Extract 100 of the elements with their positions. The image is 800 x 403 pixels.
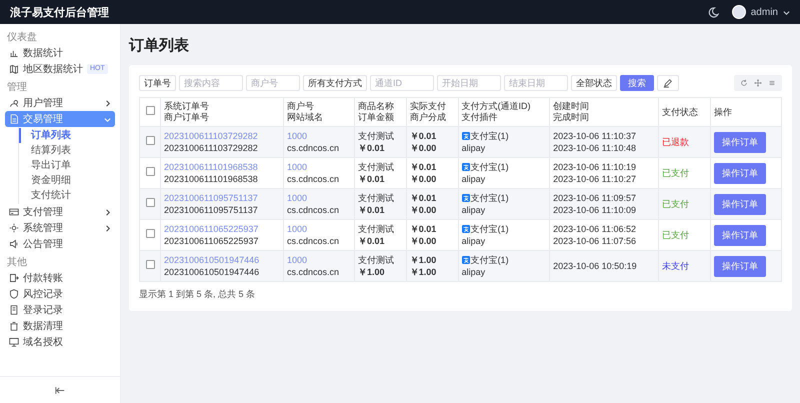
- table-cell-text: ￥1.00: [358, 266, 386, 278]
- table-cell-text: 2023-10-06 11:06:52: [553, 223, 637, 235]
- move-icon[interactable]: [754, 79, 762, 87]
- table-cell-text: alipay: [462, 266, 486, 278]
- edit-button[interactable]: [657, 75, 679, 91]
- table-cell-text: cs.cdncos.cn: [286, 142, 340, 154]
- input-field[interactable]: 通道ID: [370, 75, 434, 91]
- table-cell-text: 2023-10-06 11:10:19: [553, 161, 637, 173]
- table-cell-text: ￥0.01: [358, 204, 386, 216]
- table-cell-text: alipay: [462, 142, 486, 154]
- table-cell-text: 2023100611101968538: [164, 173, 259, 185]
- table-cell-text: ￥0.01: [410, 223, 438, 235]
- edit-icon: [663, 78, 673, 88]
- order-action-button[interactable]: 操作订单: [714, 256, 766, 276]
- table-cell-text: alipay: [462, 235, 486, 247]
- table-cell-text: 2023100610501947446: [164, 266, 260, 278]
- table-cell-text: ￥0.01: [358, 142, 386, 154]
- sidebar-item[interactable]: 公告管理: [5, 236, 115, 252]
- app-title: 浪子易支付后台管理: [10, 6, 109, 20]
- table-cell-text: alipay: [462, 173, 486, 185]
- table-cell-text: ￥1.00: [410, 266, 438, 278]
- table-cell-text: cs.cdncos.cn: [286, 173, 340, 185]
- table-cell-text: ￥0.00: [410, 235, 438, 247]
- table-cell-text: ￥0.01: [410, 192, 438, 204]
- status-label: 未支付: [662, 261, 690, 271]
- table-cell-text: 2023-10-06 11:10:48: [553, 142, 637, 154]
- table-cell: 支付宝(1): [470, 130, 509, 142]
- menu-icon: [9, 48, 19, 58]
- column-header: 系统订单号 商户订单号: [160, 98, 284, 126]
- submenu-item[interactable]: 订单列表: [19, 128, 115, 143]
- order-action-button[interactable]: 操作订单: [714, 224, 766, 246]
- sidebar-item[interactable]: 付款转账: [5, 270, 115, 286]
- checkbox[interactable]: [146, 136, 154, 145]
- table-cell-text: 支付测试: [358, 161, 396, 173]
- select-field[interactable]: 全部状态: [571, 75, 617, 91]
- status-label: 已支付: [662, 230, 690, 240]
- table-cell-text: 2023-10-06 11:07:56: [553, 235, 637, 247]
- select-field[interactable]: 订单号: [139, 75, 176, 91]
- table-cell: 支付宝(1): [470, 223, 509, 235]
- table-cell: 支付宝(1): [470, 192, 509, 204]
- menu-icon: [9, 114, 19, 124]
- table-cell-text: ￥0.01: [358, 235, 386, 247]
- order-action-button[interactable]: 操作订单: [714, 132, 766, 152]
- moon-icon[interactable]: [708, 6, 719, 18]
- submenu-item[interactable]: 结算列表: [19, 143, 115, 158]
- sidebar-item[interactable]: 数据统计: [5, 45, 115, 61]
- table-cell-text: ￥0.01: [410, 130, 438, 142]
- list-icon[interactable]: [768, 79, 776, 87]
- menu-icon: [9, 321, 19, 331]
- sidebar-item[interactable]: 用户管理: [5, 95, 115, 111]
- sidebar-item[interactable]: 数据清理: [5, 318, 115, 334]
- chevron-icon: [104, 208, 111, 216]
- table-cell: 支付宝(1): [470, 254, 509, 266]
- submenu-item[interactable]: 资金明细: [19, 173, 115, 188]
- sidebar-group-title: 其他: [6, 256, 28, 270]
- collapse-icon[interactable]: [55, 386, 65, 394]
- user-name[interactable]: admin: [750, 6, 778, 18]
- menu-icon: [9, 305, 19, 315]
- sidebar-item[interactable]: 登录记录: [5, 302, 115, 318]
- caret-icon[interactable]: [783, 8, 790, 16]
- payment-icon: [462, 194, 470, 202]
- order-action-button[interactable]: 操作订单: [714, 162, 766, 184]
- sidebar-item[interactable]: 风控记录: [5, 286, 115, 302]
- table-cell-text: ￥0.00: [410, 204, 438, 216]
- sidebar-item[interactable]: 支付管理: [5, 204, 115, 220]
- submenu-item[interactable]: 导出订单: [19, 158, 115, 173]
- table-cell: 支付宝(1): [470, 161, 509, 173]
- input-field[interactable]: 开始日期: [437, 75, 501, 91]
- sidebar-item[interactable]: 系统管理: [5, 220, 115, 236]
- menu-icon: [9, 207, 19, 217]
- search-button[interactable]: 搜索: [620, 75, 654, 91]
- menu-icon: [9, 273, 19, 283]
- submenu-item[interactable]: 支付统计: [19, 188, 115, 203]
- pagination-info: 显示第 1 到第 5 条, 总共 5 条: [139, 288, 256, 301]
- checkbox[interactable]: [146, 260, 154, 269]
- table-cell-text: cs.cdncos.cn: [286, 266, 340, 278]
- checkbox[interactable]: [146, 198, 154, 207]
- checkbox[interactable]: [146, 106, 154, 115]
- payment-icon: [462, 225, 470, 233]
- checkbox[interactable]: [146, 229, 154, 238]
- table-cell-text: ￥0.00: [410, 173, 438, 185]
- select-field[interactable]: 所有支付方式: [303, 75, 367, 91]
- status-label: 已支付: [662, 168, 690, 178]
- checkbox[interactable]: [146, 167, 154, 176]
- input-field[interactable]: 结束日期: [504, 75, 568, 91]
- input-field[interactable]: 搜索内容: [179, 75, 243, 91]
- table-cell-text: ￥1.00: [410, 254, 438, 266]
- payment-icon: [462, 132, 470, 140]
- refresh-icon[interactable]: [740, 79, 748, 87]
- menu-icon: [9, 239, 19, 249]
- table-cell-text: cs.cdncos.cn: [286, 204, 340, 216]
- payment-icon: [462, 256, 470, 264]
- input-field[interactable]: 商户号: [246, 75, 300, 91]
- avatar[interactable]: [732, 5, 746, 19]
- menu-icon: [9, 98, 19, 108]
- order-action-button[interactable]: 操作订单: [714, 194, 766, 214]
- sidebar-item[interactable]: 域名授权: [5, 334, 115, 350]
- table-cell-text: 2023-10-06 11:10:37: [553, 130, 637, 142]
- status-label: 已支付: [662, 199, 690, 209]
- sidebar-group-title: 仪表盘: [6, 30, 38, 45]
